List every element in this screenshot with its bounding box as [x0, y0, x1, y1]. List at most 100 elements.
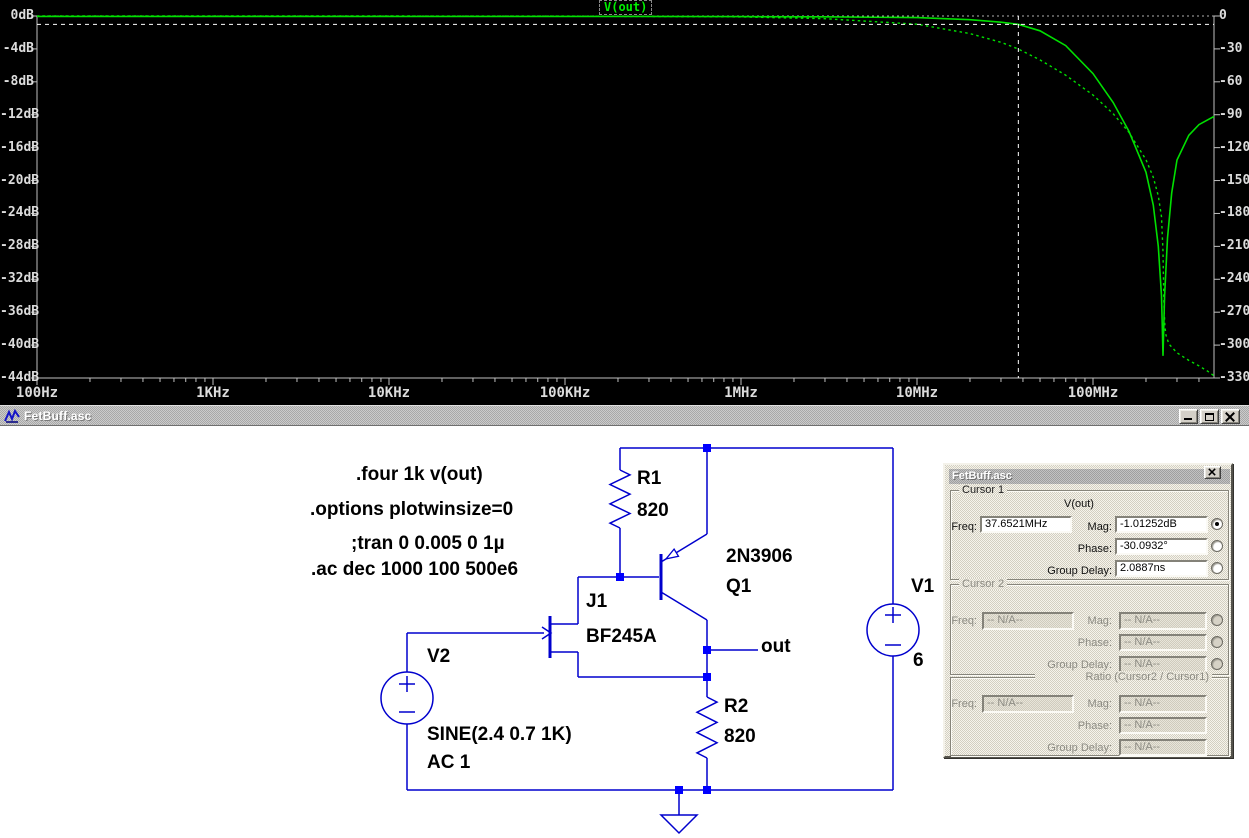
ratio-group-delay-label: Group Delay:	[1047, 742, 1112, 754]
phase-axis-tick-label: 0	[1219, 8, 1227, 23]
cursor1-group-label: Cursor 1	[959, 484, 1008, 496]
freq-axis-tick-label: 10MHz	[895, 385, 939, 401]
minimize-icon	[1184, 418, 1192, 420]
close-icon	[1225, 412, 1235, 422]
wire-junction	[703, 646, 711, 654]
cursor2-phase-field: -- N/A--	[1119, 634, 1207, 651]
directive-ac[interactable]: .ac dec 1000 100 500e6	[311, 559, 518, 581]
window-controls	[1179, 406, 1249, 427]
maximize-button[interactable]	[1200, 409, 1219, 424]
q1-value[interactable]: 2N3906	[726, 546, 793, 568]
phase-axis-tick-label: -180	[1219, 205, 1249, 221]
v2-value[interactable]: SINE(2.4 0.7 1K)	[427, 724, 572, 746]
phase-axis-tick-label: -330	[1219, 370, 1249, 385]
cursor1-mag-field: -1.01252dB	[1115, 516, 1208, 533]
ratio-phase-field: -- N/A--	[1119, 717, 1207, 734]
close-button[interactable]	[1221, 409, 1240, 424]
waveform-plot-pane[interactable]: 0dB 0 -4dB -30 -8dB -60 -12dB -90 -16dB -120 -20dB…	[0, 0, 1249, 405]
r1-name[interactable]: R1	[637, 468, 661, 490]
phase-axis-tick-label: -240	[1219, 271, 1249, 287]
db-axis-tick-label: -12dB	[0, 106, 40, 122]
cursor2-group-delay-label: Group Delay:	[1047, 659, 1112, 671]
ground-symbol	[659, 814, 699, 835]
trace-label[interactable]: V(out)	[599, 0, 653, 15]
directive-four[interactable]: .four 1k v(out)	[356, 464, 483, 486]
r2-value[interactable]: 820	[724, 726, 756, 748]
dialog-titlebar: FetBuff.asc	[949, 469, 1230, 484]
resistor-r1	[608, 469, 632, 529]
phase-axis-tick-label: -150	[1219, 172, 1249, 188]
window-title: FetBuff.asc	[24, 409, 92, 423]
freq-axis-tick-label: 1MHz	[724, 385, 758, 401]
ratio-mag-label: Mag:	[1087, 698, 1112, 710]
schematic-window-titlebar: FetBuff.asc	[0, 405, 1249, 426]
phase-axis-tick-label: -60	[1219, 73, 1243, 89]
phase-axis-tick-label: -210	[1219, 238, 1249, 254]
cursor2-phase-radio[interactable]	[1211, 636, 1223, 648]
freq-axis-tick-label: 1KHz	[196, 385, 230, 401]
freq-axis-tick-label: 100MHz	[1067, 385, 1119, 401]
ratio-phase-label: Phase:	[1077, 720, 1112, 732]
v2-name[interactable]: V2	[427, 646, 450, 668]
r2-name[interactable]: R2	[724, 696, 748, 718]
directive-tran[interactable]: ;tran 0 0.005 0 1µ	[351, 533, 505, 555]
db-axis-tick-label: -28dB	[0, 238, 40, 254]
db-axis-tick-label: -24dB	[0, 205, 40, 221]
cursor2-freq-label: Freq:	[951, 615, 977, 627]
cursor2-group-delay-radio[interactable]	[1211, 658, 1223, 670]
ratio-freq-field: -- N/A--	[982, 695, 1074, 713]
db-axis-tick-label: -36dB	[0, 304, 40, 320]
cursor1-mag-radio[interactable]	[1211, 518, 1223, 530]
cursor1-group-delay-radio[interactable]	[1211, 562, 1223, 574]
radio-selected-dot	[1215, 522, 1219, 526]
phase-axis-tick-label: -90	[1219, 106, 1243, 122]
cursor1-phase-radio[interactable]	[1211, 540, 1223, 552]
freq-axis-tick-label: 100KHz	[539, 385, 591, 401]
db-axis-tick-label: -4dB	[2, 40, 34, 56]
directive-options[interactable]: .options plotwinsize=0	[310, 499, 513, 521]
v2-ac-value[interactable]: AC 1	[427, 752, 470, 774]
resistor-r2	[695, 696, 719, 759]
phase-axis-tick-label: -300	[1219, 337, 1249, 353]
magnitude-trace	[37, 15, 1215, 356]
j1-value[interactable]: BF245A	[586, 626, 657, 648]
ratio-mag-field: -- N/A--	[1119, 695, 1207, 713]
db-axis-tick-label: -20dB	[0, 172, 40, 188]
ratio-group-delay-field: -- N/A--	[1119, 739, 1207, 756]
wire-junction	[675, 786, 683, 794]
v1-value[interactable]: 6	[913, 650, 924, 672]
close-icon	[1208, 468, 1216, 476]
net-label-out[interactable]: out	[761, 636, 791, 658]
schematic-canvas[interactable]: .four 1k v(out) .options plotwinsize=0 ;…	[0, 426, 1249, 838]
db-axis-tick-label: -40dB	[0, 337, 40, 353]
cursor2-mag-field: -- N/A--	[1119, 612, 1207, 630]
phase-trace	[37, 15, 1215, 377]
q1-emitter-arrow	[664, 547, 680, 560]
db-axis-tick-label: -32dB	[0, 271, 40, 287]
phase-axis-tick-label: -270	[1219, 304, 1249, 320]
cursor2-mag-radio[interactable]	[1211, 614, 1223, 626]
freq-axis-tick-label: 100Hz	[15, 385, 59, 401]
cursor1-freq-label: Freq:	[951, 521, 977, 533]
db-axis-tick-label: -16dB	[0, 139, 40, 155]
cursor1-phase-field: -30.0932°	[1115, 538, 1208, 555]
dialog-close-button[interactable]	[1204, 466, 1221, 479]
wire-junction	[703, 786, 711, 794]
cursor1-freq-field: 37.6521MHz	[980, 516, 1072, 533]
cursor1-trace-name: V(out)	[1064, 498, 1094, 510]
maximize-icon	[1205, 413, 1214, 421]
cursor1-mag-label: Mag:	[1087, 521, 1112, 533]
phase-axis-tick-label: -30	[1219, 40, 1243, 56]
q1-name[interactable]: Q1	[726, 576, 751, 598]
cursor1-group-delay-label: Group Delay:	[1047, 565, 1112, 577]
r1-value[interactable]: 820	[637, 500, 669, 522]
minimize-button[interactable]	[1179, 409, 1198, 424]
j1-name[interactable]: J1	[586, 591, 607, 613]
v1-name[interactable]: V1	[911, 576, 934, 598]
db-axis-tick-label: -8dB	[2, 73, 34, 89]
cursor2-freq-field: -- N/A--	[982, 612, 1074, 630]
cursor-readout-dialog: FetBuff.asc Cursor 1 V(out) Freq: 37.652…	[943, 463, 1233, 758]
bode-plot[interactable]	[0, 0, 1249, 405]
phase-axis-tick-label: -120	[1219, 139, 1249, 155]
cursor2-phase-label: Phase:	[1077, 637, 1112, 649]
